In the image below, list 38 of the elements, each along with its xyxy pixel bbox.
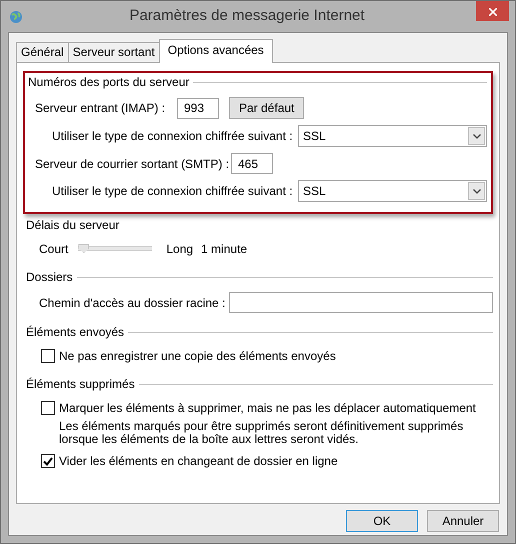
ok-button[interactable]: OK [346,510,418,532]
slider-thumb[interactable] [78,244,90,253]
checkbox-label: Marquer les éléments à supprimer, mais ne pas les déplacer automatiquement [59,400,476,417]
field-label: Serveur entrant (IMAP) : [35,100,166,117]
encryption-dropdown[interactable]: SSL [298,125,487,147]
globe-icon [9,10,23,24]
slider-label: Court [39,241,68,258]
group-label: Éléments supprimés [26,376,135,393]
chevron-down-icon [472,188,480,194]
window-title: Paramètres de messagerie Internet [128,6,366,26]
field-label: Serveur de courrier sortant (SMTP) : [35,156,230,172]
checkmark-icon [43,456,53,466]
field-label: Chemin d'accès au dossier racine : [39,294,226,312]
field-label: Utiliser le type de connexion chiffrée suivant : [52,128,294,145]
group-label: Éléments envoyés [26,324,124,341]
encryption-dropdown[interactable]: SSL [298,180,487,202]
group-label: Numéros des ports du serveur [28,74,190,91]
group-label: Délais du serveur [26,217,120,234]
checkbox[interactable] [41,454,55,468]
port-field[interactable]: 993 [177,98,219,118]
tab[interactable]: Options avancées [158,39,273,63]
note-text: Les éléments marqués pour être supprimés seront définitivement supprimés lorsque les éléments de la boîte aux lettres seront vidés. [59,420,464,446]
chevron-down-icon [472,134,480,138]
checkbox-label: Ne pas enregistrer une copie des éléments envoyés [59,348,336,365]
group-label: Dossiers [26,269,73,286]
timeout-reading: 1 minute [201,241,248,258]
checkbox[interactable] [41,401,55,415]
checkbox-label: Vider les éléments en changeant de dossier en ligne [59,453,338,470]
folder-path-field[interactable] [229,292,493,313]
close-icon [488,8,496,16]
field-label: Utiliser le type de connexion chiffrée suivant : [52,183,294,200]
slider-label: Long [166,241,194,258]
close-button[interactable] [476,1,509,21]
default-button[interactable]: Par défaut [229,97,304,119]
cancel-button[interactable]: Annuler [427,510,499,532]
checkbox[interactable] [41,349,55,363]
tab[interactable]: Général [16,42,69,62]
port-field[interactable]: 465 [231,153,273,174]
